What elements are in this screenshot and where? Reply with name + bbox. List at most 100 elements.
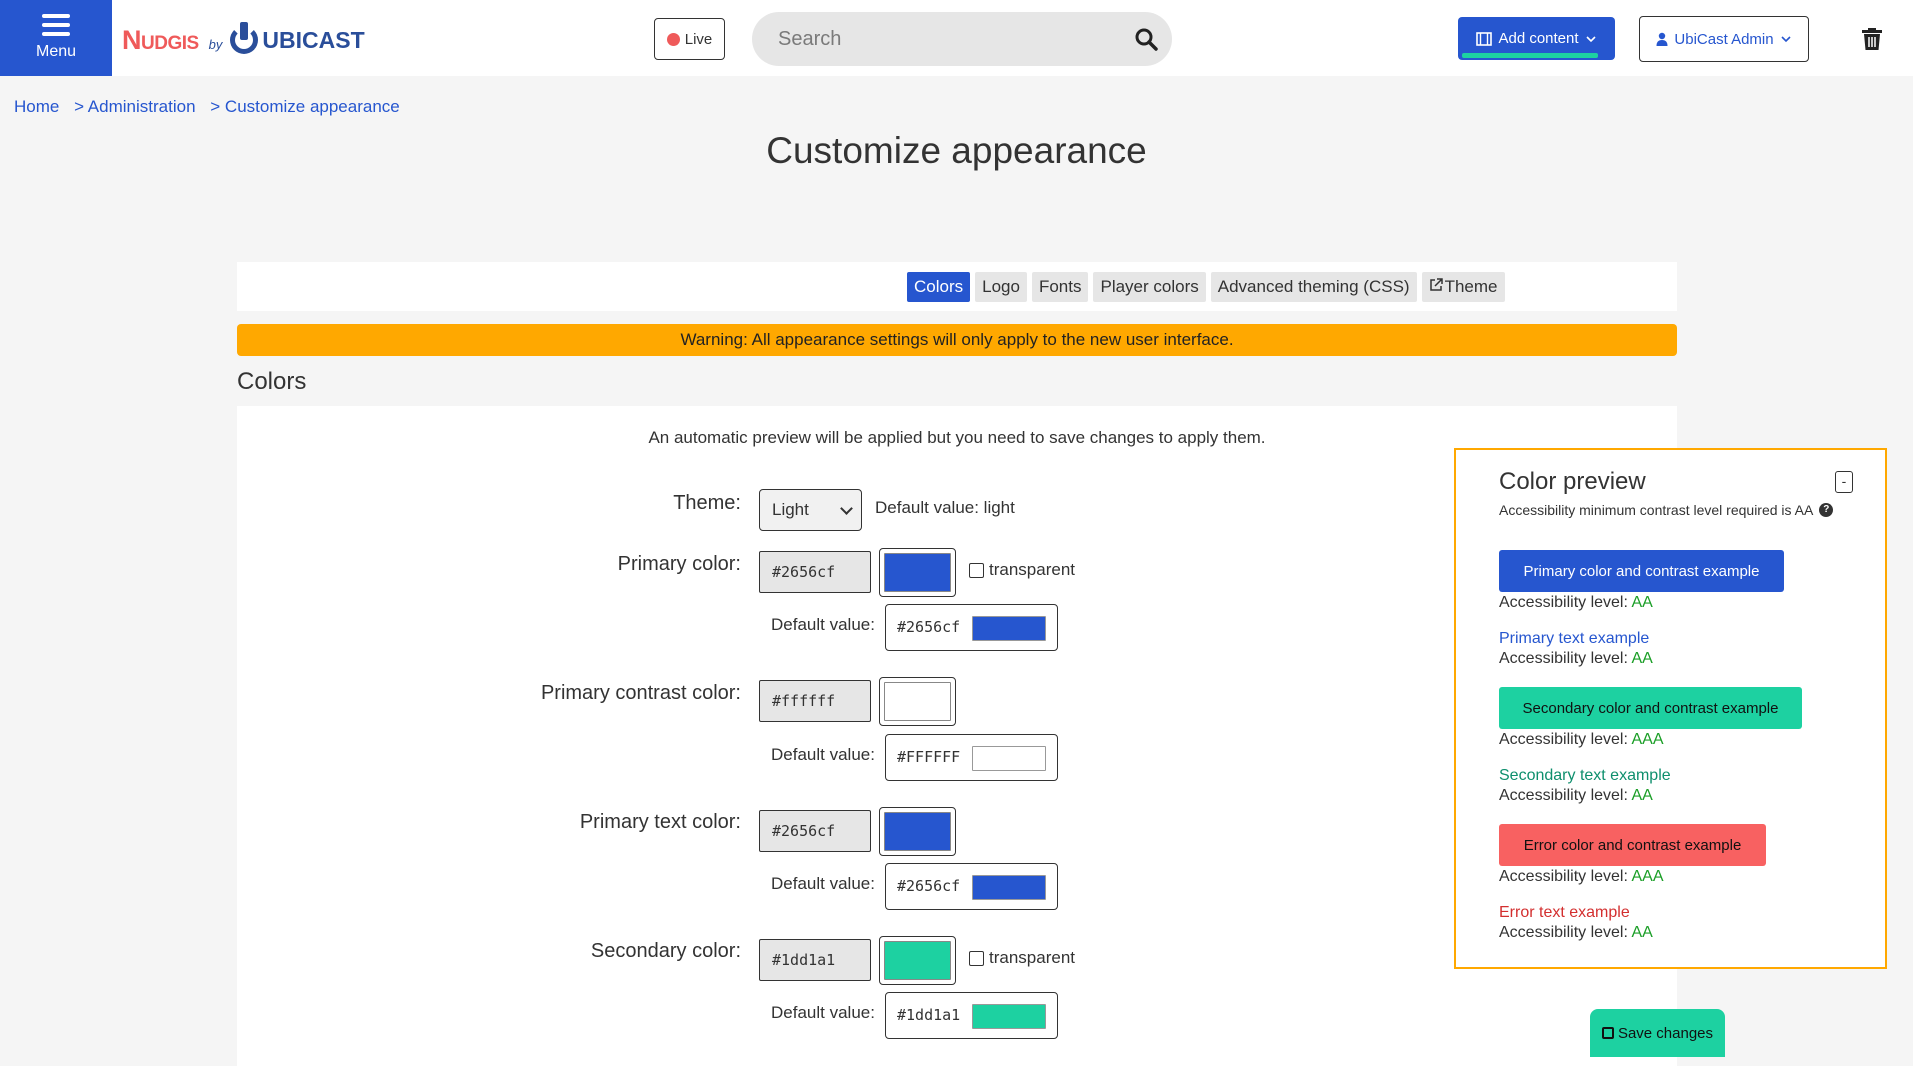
theme-select[interactable]: Light <box>759 489 862 531</box>
accessibility-level: Accessibility level: AA <box>1499 650 1653 668</box>
transparent-checkbox[interactable] <box>969 562 984 578</box>
primary-contrast-hex-input[interactable]: #ffffff <box>759 680 871 722</box>
secondary-default-value[interactable]: #1dd1a1 <box>885 992 1058 1039</box>
default-color-chip <box>972 875 1046 900</box>
menu-label: Menu <box>35 43 77 60</box>
menu-button[interactable]: Menu <box>0 0 112 76</box>
secondary-color-hex-input[interactable]: #1dd1a1 <box>759 939 871 981</box>
chevron-down-icon <box>1781 36 1791 43</box>
search-icon[interactable] <box>1134 27 1158 51</box>
accessibility-level: Accessibility level: AA <box>1499 594 1653 612</box>
live-button[interactable]: Live <box>654 18 725 60</box>
section-title: Colors <box>237 368 307 395</box>
tabs-panel: Colors Logo Fonts Player colors Advanced… <box>237 262 1677 311</box>
theme-label: Theme: <box>673 492 741 514</box>
level-label: Accessibility level: <box>1499 924 1628 941</box>
save-changes-label: Save changes <box>1617 1024 1714 1042</box>
primary-color-picker[interactable] <box>879 548 956 597</box>
top-header: Menu Nudgis by UBICAST Live Add content <box>0 0 1913 76</box>
preview-hint: An automatic preview will be applied but… <box>648 428 1266 447</box>
default-color-chip <box>972 746 1046 771</box>
primary-text-picker[interactable] <box>879 807 956 856</box>
primary-text-swatch <box>884 812 951 851</box>
level-value: AA <box>1631 650 1653 667</box>
breadcrumb-customize[interactable]: > Customize appearance <box>210 97 399 116</box>
error-example-button[interactable]: Error color and contrast example <box>1499 824 1766 866</box>
hamburger-icon <box>42 14 70 36</box>
live-label: Live <box>684 30 713 48</box>
save-changes-button[interactable]: Save changes <box>1590 1009 1725 1057</box>
primary-default-value[interactable]: #2656cf <box>885 604 1058 651</box>
level-value: AA <box>1631 924 1653 941</box>
primary-text-default-value[interactable]: #2656cf <box>885 863 1058 910</box>
primary-color-swatch <box>884 553 951 592</box>
primary-text-hex-input[interactable]: #2656cf <box>759 810 871 852</box>
level-label: Accessibility level: <box>1499 650 1628 667</box>
search-bar <box>752 12 1172 66</box>
breadcrumb-administration[interactable]: > Administration <box>74 97 195 116</box>
default-value-label: Default value: <box>771 615 875 634</box>
collapse-preview-button[interactable]: - <box>1835 471 1853 493</box>
transparent-checkbox[interactable] <box>969 950 984 966</box>
theme-default-value: Default value: light <box>875 498 1015 517</box>
accessibility-level: Accessibility level: AAA <box>1499 731 1664 749</box>
tab-player-colors[interactable]: Player colors <box>1093 272 1206 302</box>
tab-advanced-theming[interactable]: Advanced theming (CSS) <box>1210 272 1417 302</box>
secondary-text-example: Secondary text example <box>1499 767 1671 784</box>
tab-colors[interactable]: Colors <box>907 272 971 302</box>
user-menu-button[interactable]: UbiCast Admin <box>1639 16 1809 62</box>
primary-contrast-picker[interactable] <box>879 677 956 726</box>
breadcrumb: Home > Administration > Customize appear… <box>14 97 410 117</box>
default-hex: #2656cf <box>897 877 961 895</box>
default-color-chip <box>972 616 1046 641</box>
default-value-label: Default value: <box>771 874 875 893</box>
trash-icon[interactable] <box>1862 28 1882 50</box>
level-value: AAA <box>1631 731 1664 748</box>
chevron-down-icon <box>1585 35 1596 42</box>
color-preview-title: Color preview <box>1499 468 1646 495</box>
accessibility-level: Accessibility level: AA <box>1499 924 1653 942</box>
secondary-example-button[interactable]: Secondary color and contrast example <box>1499 687 1802 729</box>
logo-nudgis: Nudgis <box>122 24 199 55</box>
external-link-icon <box>1429 278 1443 291</box>
page-title: Customize appearance <box>766 130 1147 171</box>
secondary-transparent-toggle[interactable]: transparent <box>969 948 1075 968</box>
warning-banner: Warning: All appearance settings will on… <box>237 324 1677 356</box>
breadcrumb-home[interactable]: Home <box>14 97 59 116</box>
transparent-label: transparent <box>989 948 1075 967</box>
transparent-label: transparent <box>989 560 1075 579</box>
theme-select-value: Light <box>772 500 809 519</box>
logo[interactable]: Nudgis by UBICAST <box>122 20 365 60</box>
primary-contrast-default-value[interactable]: #FFFFFF <box>885 734 1058 781</box>
floppy-disk-icon <box>1601 1027 1614 1039</box>
accessibility-level: Accessibility level: AAA <box>1499 868 1664 886</box>
upload-progress-bar <box>1462 53 1598 58</box>
error-text-example: Error text example <box>1499 904 1630 921</box>
secondary-color-label: Secondary color: <box>590 940 741 962</box>
add-content-button[interactable]: Add content <box>1458 17 1615 60</box>
primary-contrast-color-label: Primary contrast color: <box>540 682 741 704</box>
secondary-color-picker[interactable] <box>879 936 956 985</box>
primary-example-button[interactable]: Primary color and contrast example <box>1499 550 1784 592</box>
primary-text-color-label: Primary text color: <box>579 811 741 833</box>
live-dot-icon <box>666 32 680 46</box>
level-value: AAA <box>1631 868 1664 885</box>
help-icon[interactable]: ? <box>1819 503 1834 517</box>
default-color-chip <box>972 1004 1046 1029</box>
accessibility-level: Accessibility level: AA <box>1499 787 1653 805</box>
level-value: AA <box>1631 787 1653 804</box>
level-value: AA <box>1631 594 1653 611</box>
primary-color-hex-input[interactable]: #2656cf <box>759 551 871 593</box>
user-icon <box>1656 32 1668 46</box>
tab-logo[interactable]: Logo <box>975 272 1027 302</box>
search-input[interactable] <box>776 24 1116 54</box>
tab-fonts[interactable]: Fonts <box>1031 272 1089 302</box>
add-content-label: Add content <box>1498 30 1579 47</box>
primary-text-example: Primary text example <box>1499 630 1650 647</box>
primary-contrast-swatch <box>884 682 951 721</box>
tab-theme[interactable]: Theme <box>1421 272 1505 302</box>
color-preview-panel: Color preview - Accessibility minimum co… <box>1454 448 1887 969</box>
default-hex: #2656cf <box>897 618 961 636</box>
primary-transparent-toggle[interactable]: transparent <box>969 560 1075 580</box>
logo-ubicast: UBICAST <box>262 26 365 53</box>
